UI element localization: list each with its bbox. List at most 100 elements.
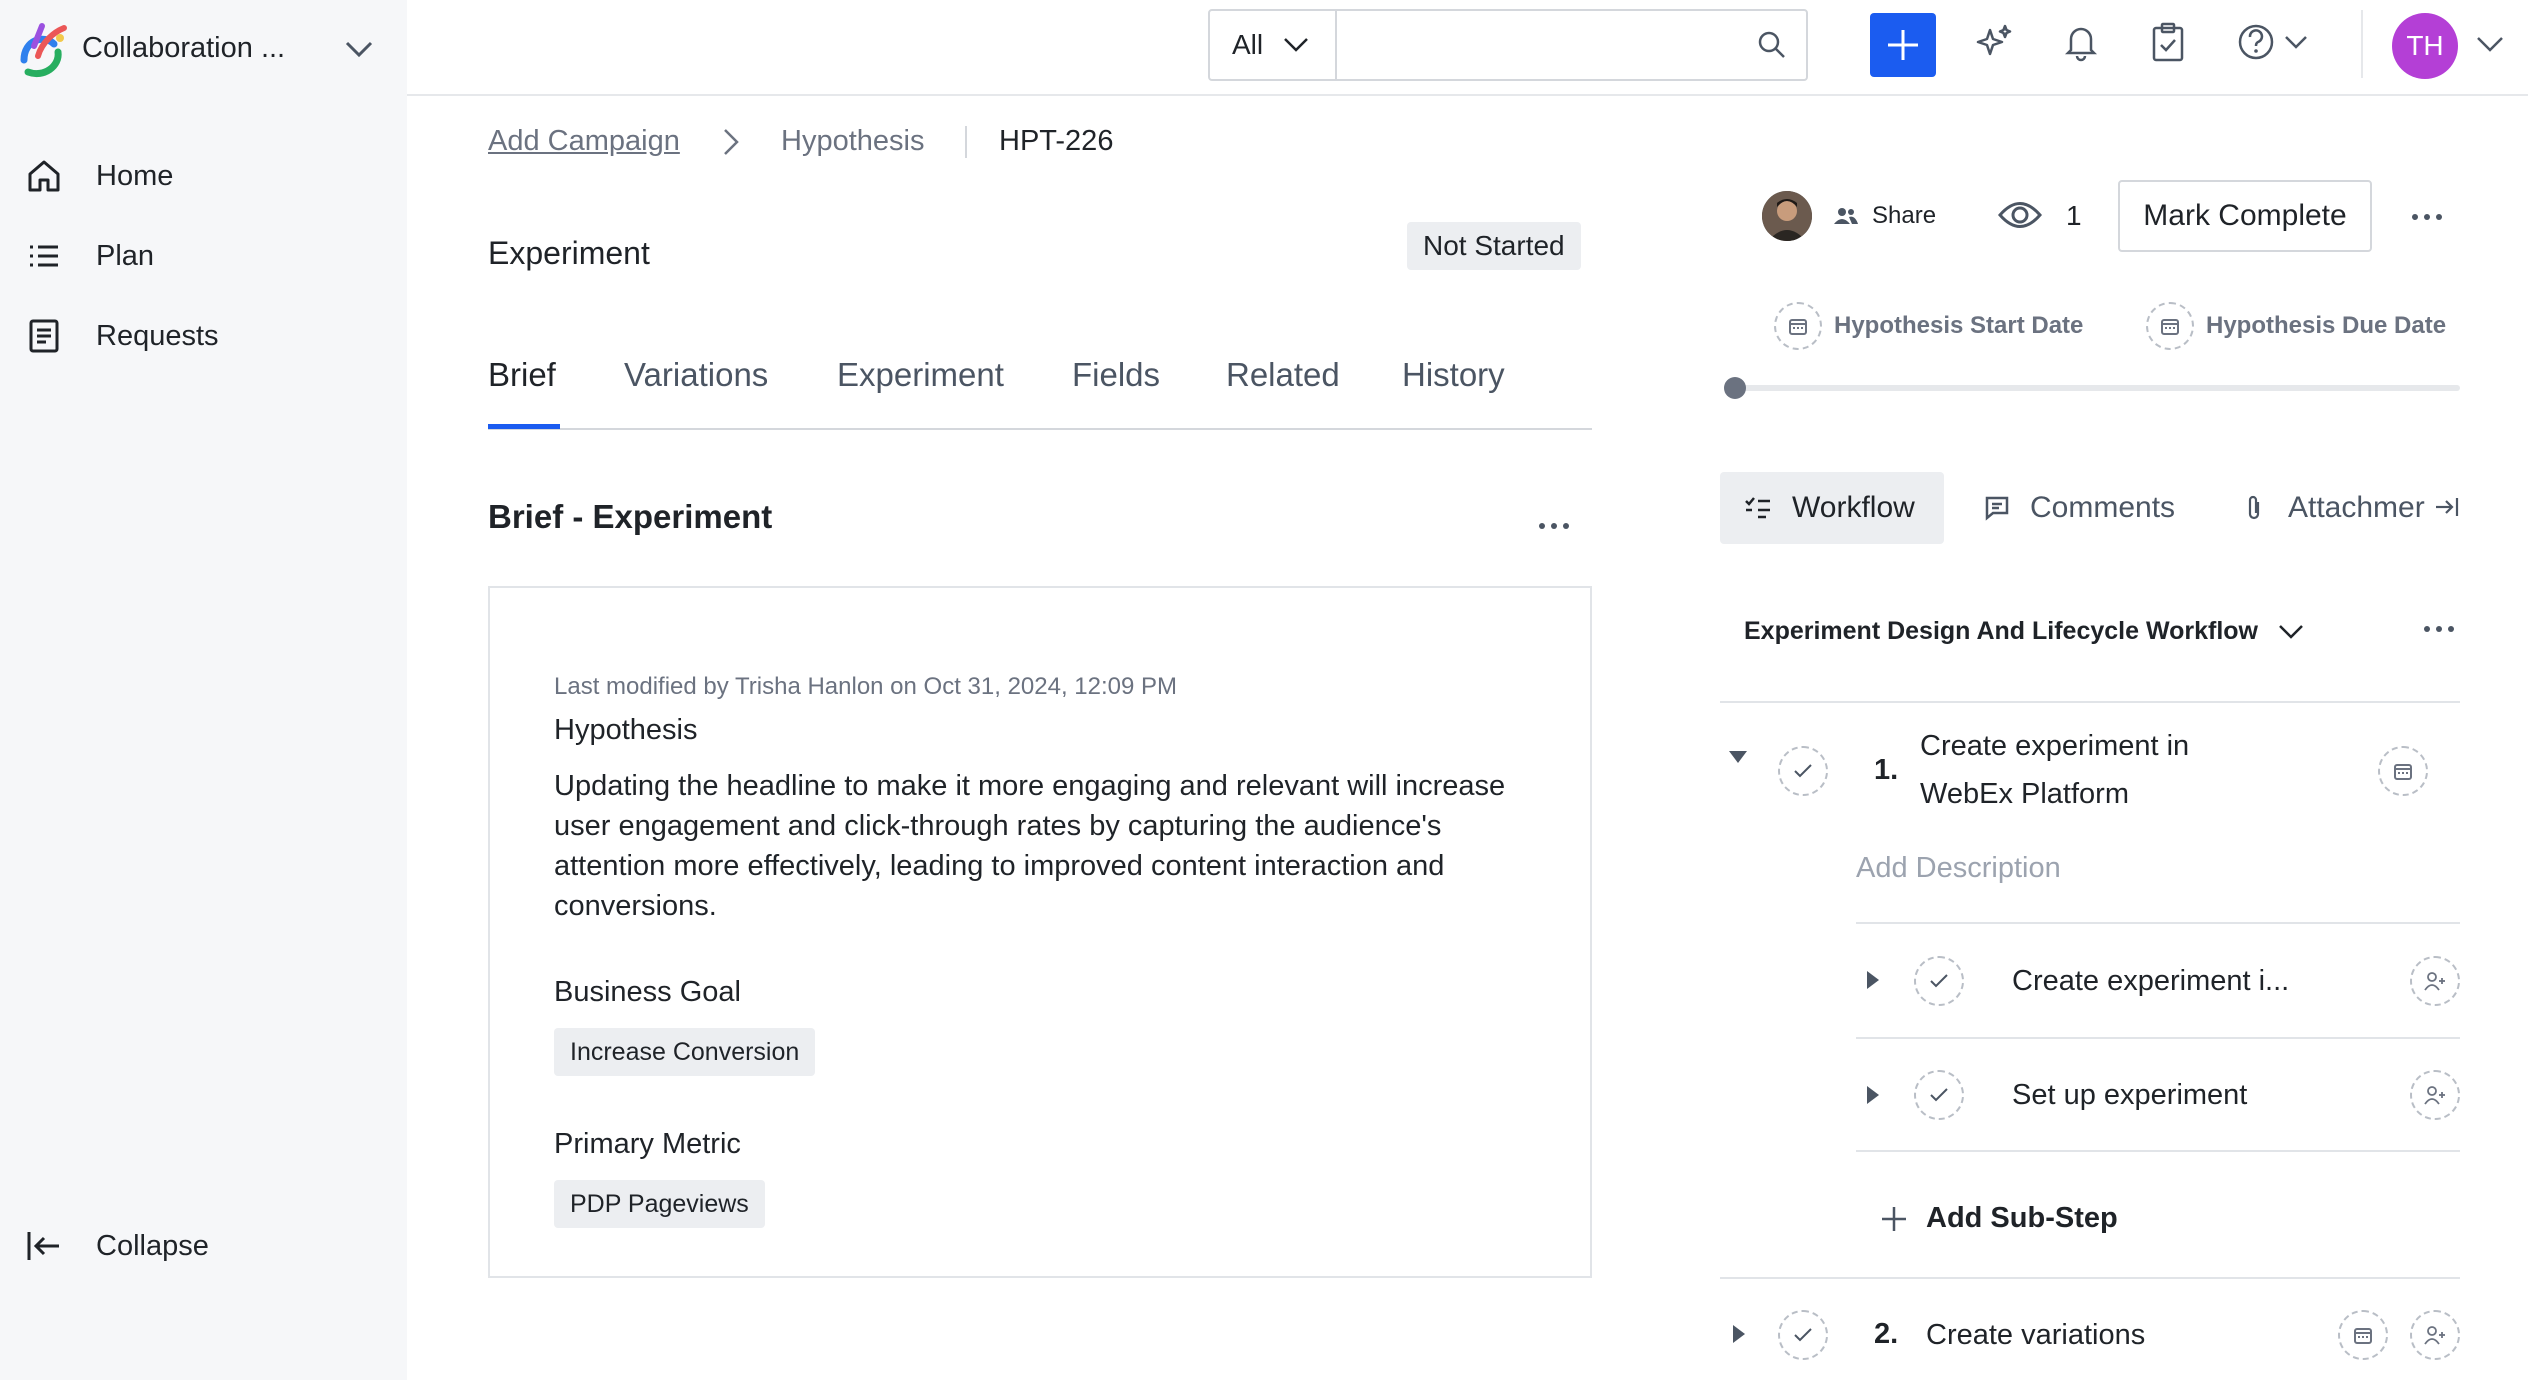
sidebar-item-label: Plan — [96, 239, 155, 272]
caret-right-icon[interactable] — [1732, 1324, 1746, 1344]
due-date-picker[interactable]: Hypothesis Due Date — [2146, 302, 2446, 350]
caret-right-icon[interactable] — [1866, 970, 1880, 990]
chevron-right-icon — [722, 127, 740, 157]
eye-icon[interactable] — [1998, 198, 2042, 232]
step-title[interactable]: Create variations — [1926, 1311, 2145, 1359]
step-title[interactable]: Create experiment in — [1920, 722, 2189, 770]
more-options-icon[interactable] — [2412, 214, 2442, 220]
share-button[interactable]: Share — [1834, 202, 1936, 230]
bell-icon[interactable] — [2063, 22, 2099, 62]
workflow-selector[interactable]: Experiment Design And Lifecycle Workflow — [1744, 617, 2304, 646]
chevron-down-icon — [2278, 624, 2304, 640]
business-goal-chip: Increase Conversion — [554, 1028, 816, 1076]
mark-complete-button[interactable]: Mark Complete — [2118, 180, 2372, 252]
divider — [1720, 701, 2460, 703]
assign-user-icon[interactable] — [2410, 1070, 2460, 1120]
sidebar-item-label: Requests — [96, 319, 219, 352]
tab-fields[interactable]: Fields — [1072, 356, 1160, 394]
tab-related[interactable]: Related — [1226, 356, 1340, 394]
breadcrumb-id: HPT-226 — [999, 125, 1114, 157]
search-scope-label: All — [1232, 29, 1264, 60]
hypothesis-text: Updating the headline to make it more en… — [554, 770, 1506, 922]
business-goal-label: Business Goal — [554, 976, 741, 1008]
step-complete-checkbox[interactable] — [1778, 746, 1828, 796]
calendar-icon — [1774, 302, 1822, 350]
substep-complete-checkbox[interactable] — [1914, 956, 1964, 1006]
watchers-count: 1 — [2066, 200, 2082, 231]
page-title: Experiment — [488, 235, 650, 271]
step-number: 1. — [1874, 754, 1899, 786]
chevron-down-icon[interactable] — [344, 40, 374, 58]
assign-user-icon[interactable] — [2410, 956, 2460, 1006]
tab-experiment[interactable]: Experiment — [837, 356, 1004, 394]
divider — [1856, 922, 2460, 924]
collapse-button[interactable]: Collapse — [0, 1213, 407, 1279]
step-calendar-icon[interactable] — [2338, 1310, 2388, 1360]
timeline-handle[interactable] — [1724, 377, 1746, 399]
breadcrumb-type: Hypothesis — [781, 125, 925, 157]
tab-attachments[interactable]: Attachmer — [2220, 472, 2425, 544]
step-title-line2[interactable]: WebEx Platform — [1920, 770, 2129, 818]
tab-attachments-label: Attachmer — [2288, 491, 2425, 524]
sidebar-item-plan[interactable]: Plan — [0, 223, 407, 289]
hypothesis-label: Hypothesis — [554, 714, 698, 746]
divider — [1856, 1150, 2460, 1152]
sidebar: Collaboration ... Home Plan Requests Col… — [0, 0, 407, 1380]
chevron-down-icon[interactable] — [2476, 36, 2504, 54]
sidebar-item-home[interactable]: Home — [0, 143, 407, 209]
section-more-icon[interactable] — [1539, 523, 1569, 529]
home-icon — [26, 158, 62, 194]
user-initials: TH — [2406, 30, 2444, 61]
substep-title[interactable]: Create experiment i... — [2012, 957, 2289, 1005]
user-avatar[interactable]: TH — [2392, 13, 2458, 79]
add-sub-step-label: Add Sub-Step — [1926, 1202, 2118, 1234]
panel-expand-icon[interactable] — [2434, 494, 2460, 520]
caret-right-icon[interactable] — [1866, 1085, 1880, 1105]
clipboard-check-icon[interactable] — [2150, 22, 2186, 62]
due-date-label: Hypothesis Due Date — [2206, 312, 2447, 339]
workflow-more-icon[interactable] — [2424, 626, 2454, 632]
workflow-icon — [1744, 496, 1772, 520]
share-label: Share — [1872, 202, 1937, 229]
primary-metric-chip: PDP Pageviews — [554, 1180, 765, 1228]
start-date-label: Hypothesis Start Date — [1834, 312, 2084, 339]
help-icon[interactable] — [2236, 22, 2316, 62]
section-title: Brief - Experiment — [488, 498, 773, 535]
substep-title[interactable]: Set up experiment — [2012, 1071, 2247, 1119]
tab-variations[interactable]: Variations — [624, 356, 768, 394]
workspace-name[interactable]: Collaboration ... — [82, 32, 285, 65]
substep-complete-checkbox[interactable] — [1914, 1070, 1964, 1120]
assign-user-icon[interactable] — [2410, 1310, 2460, 1360]
sidebar-item-requests[interactable]: Requests — [0, 303, 407, 369]
status-badge[interactable]: Not Started — [1407, 222, 1581, 270]
start-date-picker[interactable]: Hypothesis Start Date — [1774, 302, 2083, 350]
breadcrumb-parent-link[interactable]: Add Campaign — [488, 125, 680, 158]
sidebar-item-label: Home — [96, 159, 174, 192]
brand-logo — [14, 20, 70, 84]
search-icon[interactable] — [1738, 11, 1806, 79]
step-calendar-icon[interactable] — [2378, 746, 2428, 796]
search-scope-select[interactable]: All — [1210, 11, 1337, 79]
active-tab-indicator — [488, 424, 560, 429]
main-tabs: Brief Variations Experiment Fields Relat… — [488, 352, 1592, 430]
add-sub-step-button[interactable]: Add Sub-Step — [1880, 1202, 2118, 1235]
tab-history[interactable]: History — [1402, 356, 1505, 394]
tab-comments[interactable]: Comments — [1960, 472, 2199, 544]
tab-brief[interactable]: Brief — [488, 356, 556, 394]
ai-sparkle-icon[interactable] — [1974, 22, 2014, 62]
create-button[interactable] — [1870, 13, 1936, 77]
tab-workflow[interactable]: Workflow — [1720, 472, 1944, 544]
divider — [1856, 1037, 2460, 1039]
owner-avatar[interactable] — [1762, 191, 1812, 241]
primary-metric-label: Primary Metric — [554, 1128, 741, 1160]
add-description-field[interactable]: Add Description — [1856, 852, 2061, 885]
step-complete-checkbox[interactable] — [1778, 1310, 1828, 1360]
logo-icon — [20, 23, 67, 77]
caret-down-icon[interactable] — [1728, 750, 1748, 764]
search-input[interactable] — [1336, 11, 1738, 79]
step-number: 2. — [1874, 1318, 1899, 1350]
calendar-icon — [2146, 302, 2194, 350]
comment-icon — [1984, 495, 2010, 521]
topbar-divider — [407, 94, 2528, 96]
brief-card: Last modified by Trisha Hanlon on Oct 31… — [488, 586, 1592, 1278]
